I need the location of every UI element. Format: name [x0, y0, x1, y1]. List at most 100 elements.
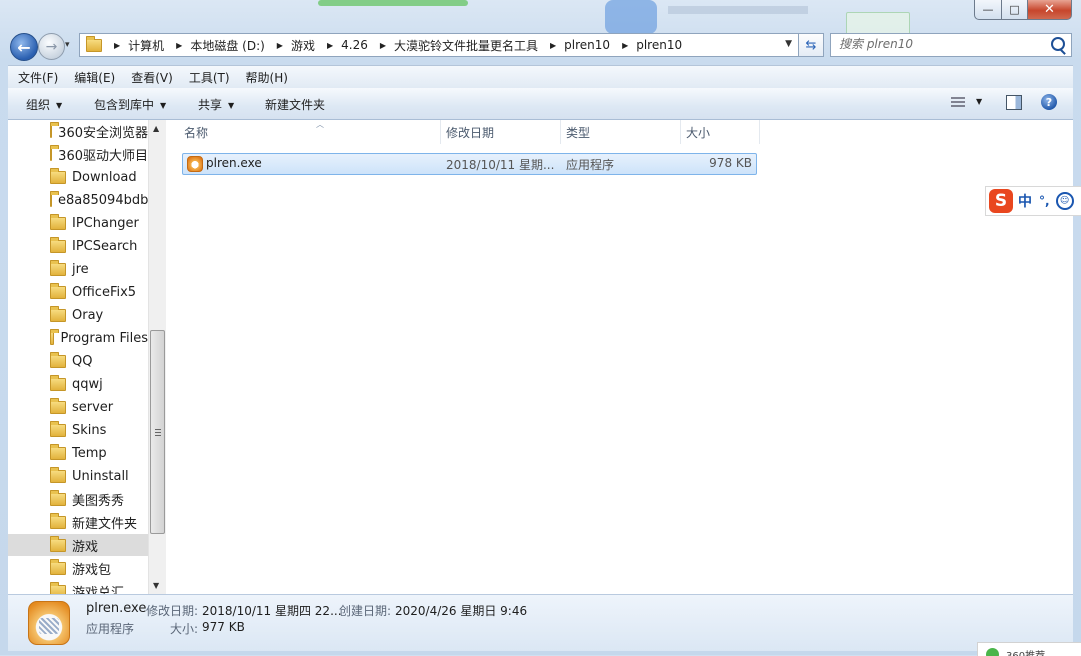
search-box[interactable] — [830, 33, 1072, 57]
tree-item[interactable]: Skins — [8, 419, 148, 441]
tree-item-selected[interactable]: 游戏 — [8, 534, 148, 556]
new-folder-button[interactable]: 新建文件夹 — [265, 96, 325, 113]
chevron-down-icon[interactable]: ▼ — [976, 97, 982, 106]
ime-mode[interactable]: 中 — [1018, 191, 1032, 211]
back-arrow-icon[interactable]: ← — [10, 33, 38, 61]
breadcrumb-item[interactable]: 大漠驼铃文件批量更名工具 — [394, 37, 538, 54]
breadcrumb-item[interactable]: 计算机 — [128, 37, 164, 54]
forward-arrow-icon[interactable]: → — [38, 33, 65, 60]
chevron-right-icon[interactable]: ▶ — [550, 41, 556, 50]
360-recommend-badge[interactable]: 360推荐 — [977, 642, 1081, 656]
chevron-right-icon[interactable]: ▶ — [277, 41, 283, 50]
navigation-pane: 360安全浏览器 360驱动大师目 Download e8a85094bdb I… — [8, 120, 148, 594]
grip-icon — [155, 429, 161, 436]
menu-edit[interactable]: 编辑(E) — [64, 69, 121, 86]
scroll-down-icon[interactable]: ▼ — [153, 581, 159, 590]
tree-item[interactable]: Program Files — [8, 327, 148, 349]
tree-item[interactable]: 游戏总汇 — [8, 580, 148, 594]
organize-button[interactable]: 组织 ▼ — [26, 96, 62, 113]
scroll-up-icon[interactable]: ▲ — [153, 124, 159, 133]
chevron-right-icon[interactable]: ▶ — [176, 41, 182, 50]
menu-help[interactable]: 帮助(H) — [236, 69, 294, 86]
folder-icon — [50, 167, 66, 184]
tree-item[interactable]: jre — [8, 258, 148, 280]
folder-icon — [50, 466, 66, 483]
breadcrumb-item[interactable]: 4.26 — [341, 38, 368, 52]
file-modified: 2018/10/11 星期... — [446, 158, 555, 172]
tree-item[interactable]: server — [8, 396, 148, 418]
details-pane: plren.exe 修改日期: 2018/10/11 星期四 22... 创建日… — [8, 594, 1073, 651]
column-header-label: 类型 — [566, 125, 591, 140]
file-row-selected[interactable]: plren.exe 2018/10/11 星期... 应用程序 978 KB — [182, 153, 757, 175]
sogou-logo-icon[interactable]: S — [989, 189, 1013, 213]
refresh-icon[interactable]: ⇆ — [798, 33, 824, 57]
tree-item-label: 360安全浏览器 — [58, 125, 148, 141]
column-header-type[interactable]: 类型 — [560, 120, 681, 144]
breadcrumb-item[interactable]: plren10 — [564, 38, 610, 52]
folder-icon — [86, 35, 102, 52]
include-in-library-button[interactable]: 包含到库中 ▼ — [94, 96, 166, 113]
tree-item[interactable]: Oray — [8, 304, 148, 326]
tree-item[interactable]: e8a85094bdb — [8, 189, 148, 211]
chevron-right-icon[interactable]: ▶ — [114, 41, 120, 50]
caption-buttons: — □ ✕ — [974, 0, 1072, 20]
file-name: plren.exe — [206, 156, 262, 170]
tree-item[interactable]: Download — [8, 166, 148, 188]
close-button[interactable]: ✕ — [1028, 0, 1072, 20]
tree-item[interactable]: qqwj — [8, 373, 148, 395]
chevron-right-icon[interactable]: ▶ — [622, 41, 628, 50]
breadcrumb-item[interactable]: 本地磁盘 (D:) — [190, 37, 264, 54]
folder-icon — [50, 190, 59, 207]
tree-item[interactable]: Temp — [8, 442, 148, 464]
search-icon[interactable] — [1051, 37, 1065, 51]
chevron-right-icon[interactable]: ▶ — [380, 41, 386, 50]
folder-icon — [50, 121, 60, 138]
recent-pages-dropdown-icon[interactable]: ▾ — [65, 40, 70, 50]
organize-label: 组织 — [26, 98, 51, 112]
scrollbar-thumb[interactable] — [150, 330, 165, 534]
tree-item-label: server — [72, 399, 114, 415]
menu-file[interactable]: 文件(F) — [8, 69, 64, 86]
folder-icon — [50, 374, 66, 391]
column-header-size[interactable]: 大小 — [680, 120, 760, 144]
folder-icon — [50, 236, 66, 253]
address-dropdown-icon[interactable]: ▼ — [785, 39, 792, 49]
tree-item-label: e8a85094bdb — [58, 192, 148, 208]
column-header-name[interactable]: 名称 ︿ — [178, 120, 441, 144]
tree-item[interactable]: OfficeFix5 — [8, 281, 148, 303]
background-blur — [668, 6, 808, 14]
minimize-button[interactable]: — — [974, 0, 1002, 20]
menu-tools[interactable]: 工具(T) — [179, 69, 236, 86]
tree-item-label: 新建文件夹 — [72, 516, 138, 532]
tree-item-label: 360驱动大师目 — [58, 148, 148, 164]
tree-item[interactable]: IPCSearch — [8, 235, 148, 257]
ime-punctuation[interactable]: °, — [1039, 194, 1050, 208]
menu-view[interactable]: 查看(V) — [121, 69, 179, 86]
address-bar[interactable]: ▶ 计算机 ▶ 本地磁盘 (D:) ▶ 游戏 ▶ 4.26 ▶ 大漠驼铃文件批量… — [79, 33, 799, 57]
tree-item[interactable]: 新建文件夹 — [8, 511, 148, 533]
tree-item[interactable]: 360驱动大师目 — [8, 143, 148, 165]
breadcrumb-item[interactable]: plren10 — [636, 38, 682, 52]
chevron-right-icon[interactable]: ▶ — [327, 41, 333, 50]
tree-item[interactable]: 美图秀秀 — [8, 488, 148, 510]
smiley-icon[interactable]: ☺ — [1055, 192, 1074, 210]
maximize-button[interactable]: □ — [1002, 0, 1028, 20]
tree-item[interactable]: 游戏包 — [8, 557, 148, 579]
background-blur — [318, 0, 468, 6]
folder-icon — [50, 328, 61, 345]
column-header-modified[interactable]: 修改日期 — [440, 120, 561, 144]
views-icon[interactable] — [951, 97, 965, 109]
tree-item-label: Download — [72, 169, 137, 185]
preview-pane-icon[interactable] — [1006, 95, 1022, 110]
ime-toolbar[interactable]: S 中 °, ☺ — [985, 186, 1081, 216]
tree-item[interactable]: Uninstall — [8, 465, 148, 487]
breadcrumb-item[interactable]: 游戏 — [291, 37, 315, 54]
tree-item[interactable]: QQ — [8, 350, 148, 372]
share-label: 共享 — [198, 98, 223, 112]
search-input[interactable] — [831, 34, 1039, 54]
tree-item[interactable]: 360安全浏览器 — [8, 120, 148, 142]
help-icon[interactable]: ? — [1041, 94, 1057, 110]
tree-item[interactable]: IPChanger — [8, 212, 148, 234]
share-button[interactable]: 共享 ▼ — [198, 96, 234, 113]
navigation-scrollbar[interactable]: ▲ ▼ — [148, 120, 166, 594]
